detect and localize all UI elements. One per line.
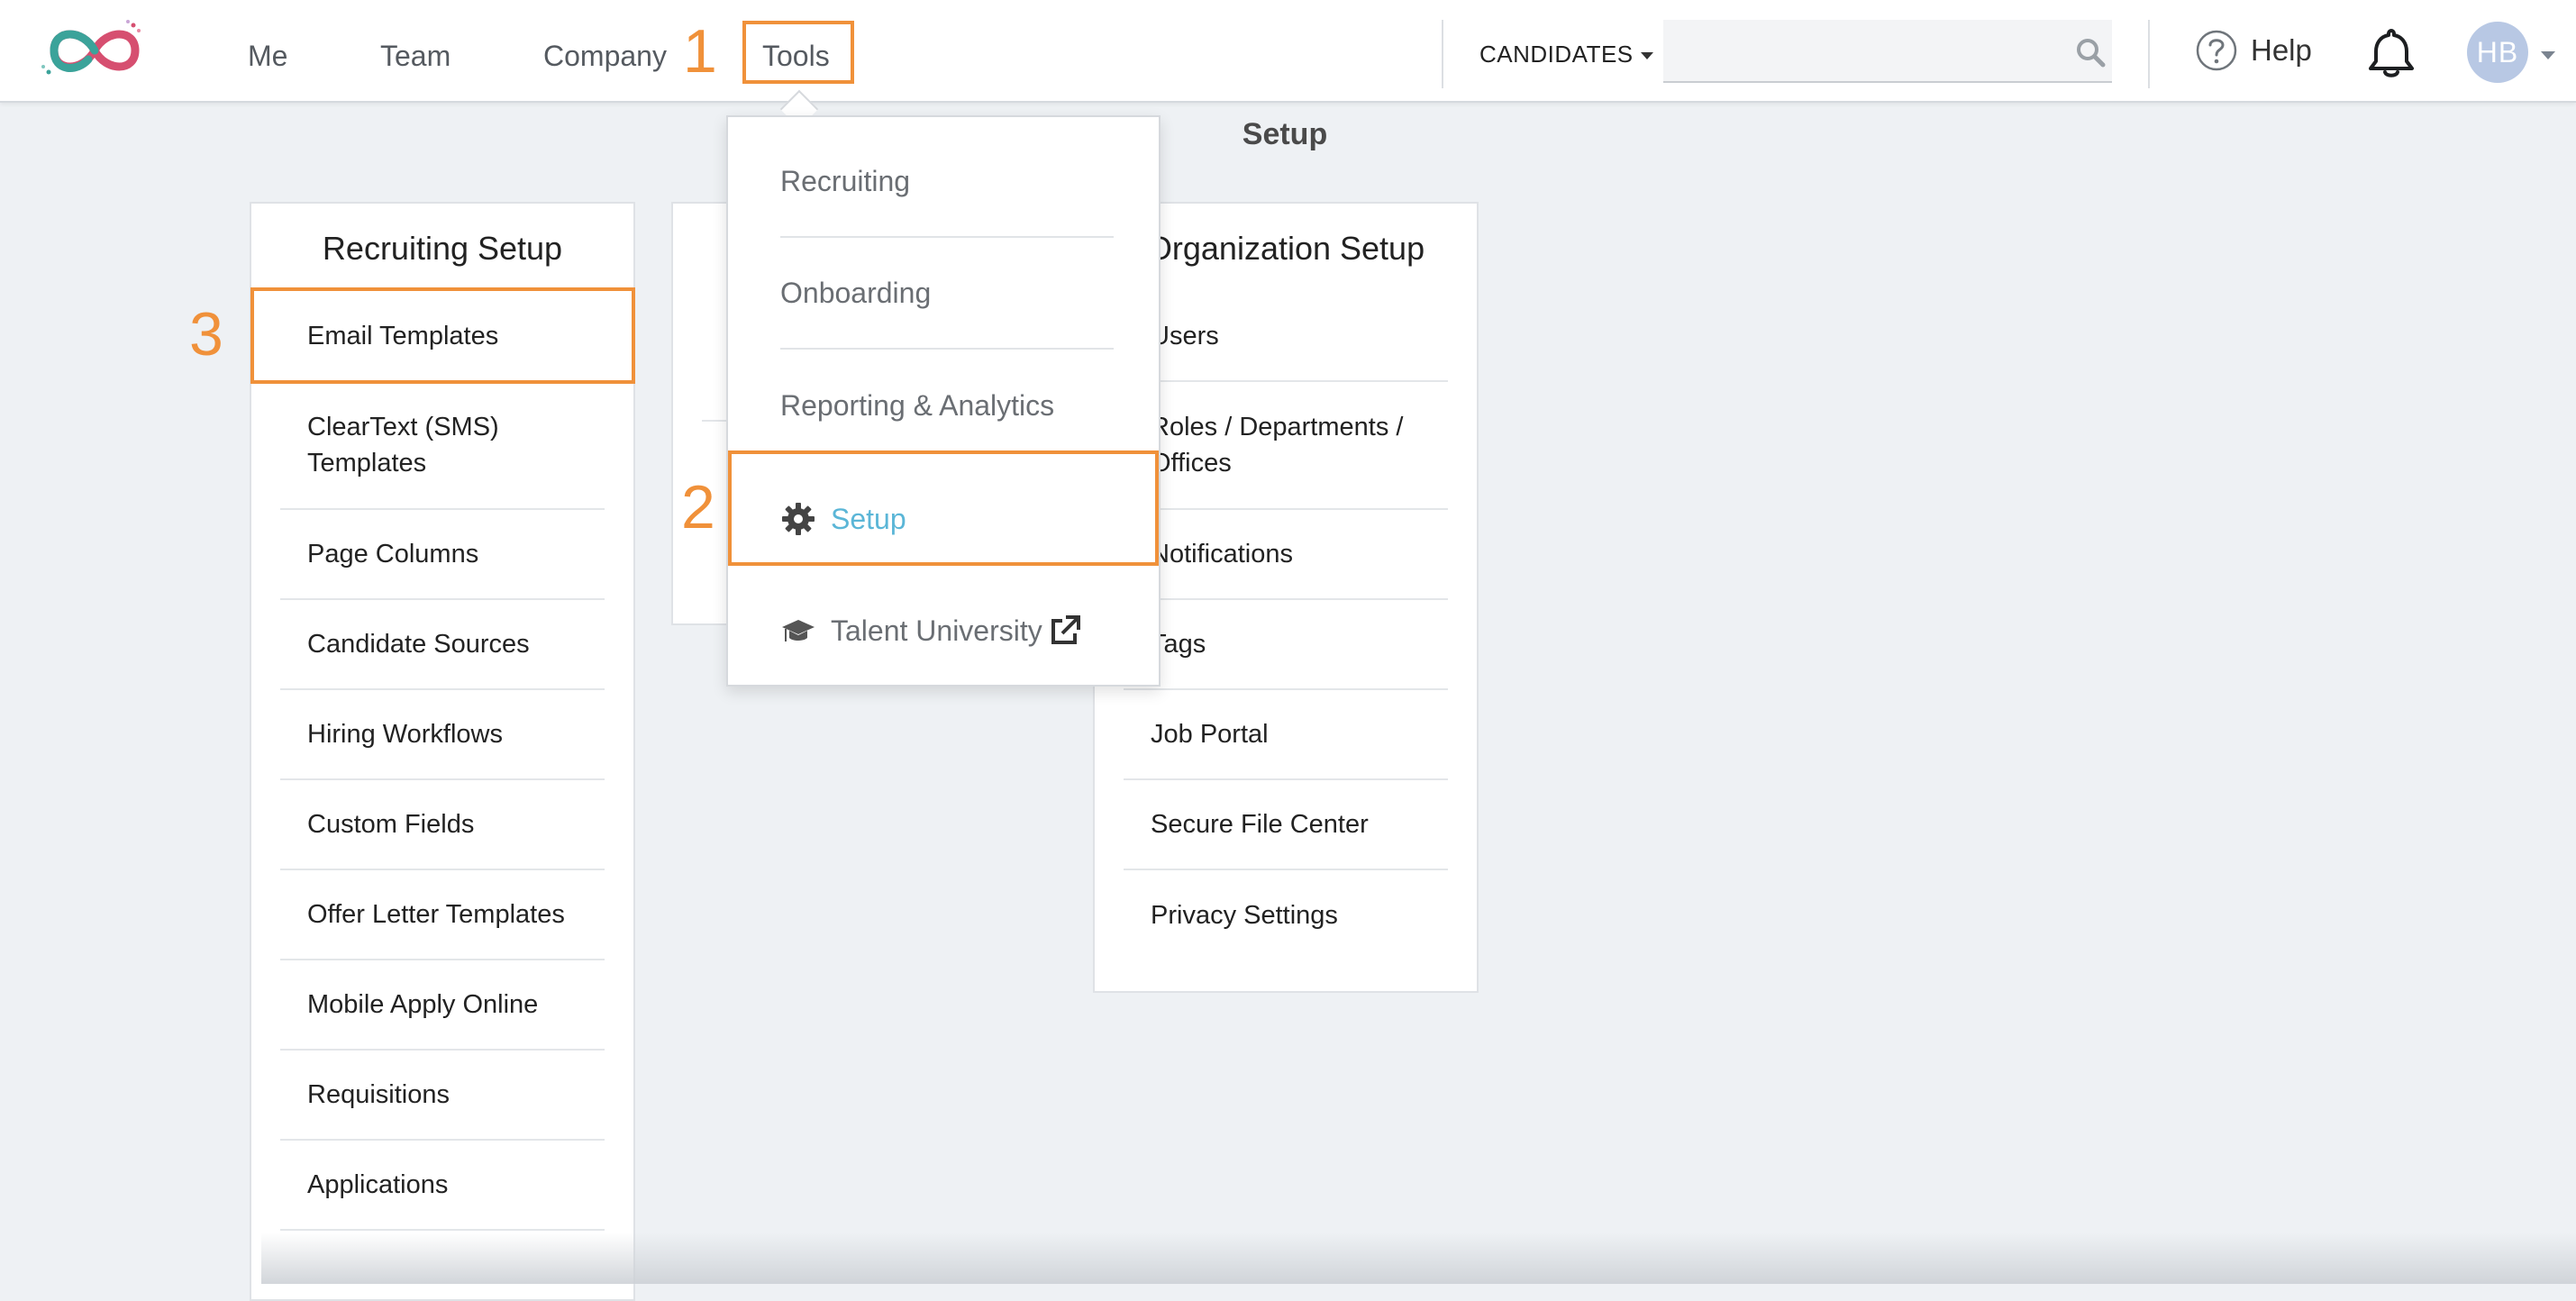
tools-menu-talent-university[interactable]: Talent University bbox=[780, 575, 1114, 687]
caret-down-icon bbox=[1640, 52, 1653, 60]
external-link-icon bbox=[1051, 615, 1080, 644]
tools-menu-talent-university-label: Talent University bbox=[831, 614, 1042, 647]
tools-menu-recruiting[interactable]: Recruiting bbox=[780, 126, 1114, 238]
nav-divider-2 bbox=[2148, 20, 2150, 88]
setup-item-notifications[interactable]: Notifications bbox=[1124, 510, 1448, 600]
recruiting-setup-list: Email Templates ClearText (SMS) Template… bbox=[280, 292, 605, 1231]
bell-icon[interactable] bbox=[2366, 27, 2417, 79]
setup-item-job-portal[interactable]: Job Portal bbox=[1124, 690, 1448, 780]
annotation-step-2: 2 bbox=[681, 473, 715, 541]
nav-tools[interactable]: Tools bbox=[762, 34, 830, 77]
setup-item-roles-departments-offices[interactable]: Roles / Departments / Offices bbox=[1124, 382, 1448, 510]
search-input[interactable] bbox=[1663, 20, 2112, 83]
tools-dropdown-menu: Recruiting Onboarding Reporting & Analyt… bbox=[726, 115, 1161, 687]
setup-item-mobile-apply-online[interactable]: Mobile Apply Online bbox=[280, 960, 605, 1051]
help-label: Help bbox=[2251, 33, 2312, 67]
nav-team[interactable]: Team bbox=[380, 34, 451, 77]
setup-item-applications[interactable]: Applications bbox=[280, 1141, 605, 1231]
setup-item-offer-letter-templates[interactable]: Offer Letter Templates bbox=[280, 870, 605, 960]
setup-highlight-box bbox=[728, 450, 1159, 566]
annotation-step-1: 1 bbox=[683, 17, 717, 86]
recruiting-setup-title: Recruiting Setup bbox=[322, 230, 563, 267]
setup-item-users[interactable]: Users bbox=[1124, 292, 1448, 382]
nav-me[interactable]: Me bbox=[248, 34, 287, 77]
setup-item-tags[interactable]: Tags bbox=[1124, 600, 1448, 690]
setup-item-requisitions[interactable]: Requisitions bbox=[280, 1051, 605, 1141]
chevron-down-icon[interactable] bbox=[2541, 51, 2555, 59]
setup-item-hiring-workflows[interactable]: Hiring Workflows bbox=[280, 690, 605, 780]
nav-company[interactable]: Company bbox=[543, 34, 667, 77]
company-logo-icon[interactable] bbox=[36, 16, 153, 85]
annotation-step-3: 3 bbox=[189, 300, 223, 368]
setup-item-candidate-sources[interactable]: Candidate Sources bbox=[280, 600, 605, 690]
top-navbar: Me Team Company 1 Tools CANDIDATES Help … bbox=[0, 0, 2576, 103]
page-title: Setup bbox=[1242, 117, 1328, 151]
nav-divider bbox=[1442, 20, 1443, 88]
organization-setup-list: Users Roles / Departments / Offices Noti… bbox=[1124, 292, 1448, 960]
setup-item-custom-fields[interactable]: Custom Fields bbox=[280, 780, 605, 870]
question-circle-icon bbox=[2196, 30, 2237, 71]
tools-menu-reporting-label: Reporting & Analytics bbox=[780, 388, 1055, 422]
candidates-dropdown[interactable]: CANDIDATES bbox=[1479, 36, 1653, 72]
email-templates-highlight-box bbox=[250, 287, 635, 384]
search-icon[interactable] bbox=[2074, 36, 2107, 68]
avatar-initials: HB bbox=[2476, 35, 2519, 68]
tools-menu-reporting-analytics[interactable]: Reporting & Analytics bbox=[780, 350, 1114, 461]
user-avatar[interactable]: HB bbox=[2467, 22, 2528, 83]
tools-menu-onboarding[interactable]: Onboarding bbox=[780, 238, 1114, 350]
setup-item-page-columns[interactable]: Page Columns bbox=[280, 510, 605, 600]
setup-item-cleartext-templates[interactable]: ClearText (SMS) Templates bbox=[280, 382, 605, 510]
tools-menu-onboarding-label: Onboarding bbox=[780, 276, 932, 309]
tools-menu-recruiting-label: Recruiting bbox=[780, 164, 911, 197]
help-link[interactable]: Help bbox=[2195, 27, 2312, 74]
setup-item-privacy-settings[interactable]: Privacy Settings bbox=[1124, 870, 1448, 960]
setup-item-secure-file-center[interactable]: Secure File Center bbox=[1124, 780, 1448, 870]
bottom-shadow bbox=[261, 1233, 2576, 1284]
graduation-cap-icon bbox=[782, 620, 815, 641]
candidates-label: CANDIDATES bbox=[1479, 41, 1634, 68]
